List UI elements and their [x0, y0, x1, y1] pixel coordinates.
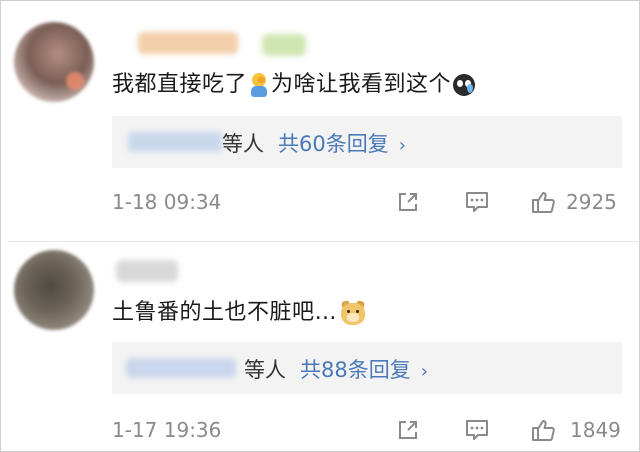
reply-others-label: 等人 — [222, 132, 264, 156]
thumbs-up-icon[interactable] — [530, 417, 556, 443]
replies-preview[interactable]: 等人 共60条回复 › — [112, 116, 622, 168]
comment-timestamp: 1-17 19:36 — [112, 418, 222, 442]
sweat-emoji-icon — [453, 74, 476, 96]
reply-names-blurred — [126, 358, 236, 378]
reply-count-link[interactable]: 共88条回复 — [300, 358, 411, 382]
chevron-right-icon[interactable]: › — [399, 135, 406, 156]
facepalm-emoji-icon — [249, 73, 269, 97]
comment-icon[interactable] — [464, 189, 490, 215]
comment-text-part: 为啥让我看到这个 — [271, 72, 452, 97]
chevron-right-icon[interactable]: › — [421, 361, 428, 382]
share-icon[interactable] — [395, 417, 421, 443]
username-blurred[interactable] — [116, 260, 178, 282]
reply-summary[interactable]: 等人 共88条回复 › — [244, 354, 428, 384]
comment-divider — [8, 241, 640, 242]
reply-others-label: 等人 — [244, 358, 286, 382]
reply-count-link[interactable]: 共60条回复 — [278, 132, 389, 156]
avatar[interactable] — [14, 22, 94, 102]
share-icon[interactable] — [395, 189, 421, 215]
replies-preview[interactable]: 等人 共88条回复 › — [112, 342, 622, 394]
comment-text: 土鲁番的土也不脏吧… — [112, 294, 366, 326]
comment-icon[interactable] — [464, 417, 490, 443]
comment-text-part: 土鲁番的土也不脏吧… — [112, 300, 338, 325]
comment-text-part: 我都直接吃了 — [112, 72, 248, 97]
comment-text: 我都直接吃了 为啥让我看到这个 — [112, 66, 476, 98]
doge-emoji-icon — [340, 300, 366, 325]
thumbs-up-icon[interactable] — [530, 189, 556, 215]
reply-summary[interactable]: 等人 共60条回复 › — [222, 128, 406, 158]
reply-names-blurred — [128, 132, 222, 152]
avatar[interactable] — [14, 250, 94, 330]
like-count: 1849 — [570, 418, 621, 442]
user-badge-blurred — [262, 34, 306, 56]
username-blurred[interactable] — [138, 32, 238, 54]
comment-timestamp: 1-18 09:34 — [112, 190, 222, 214]
like-count: 2925 — [566, 190, 617, 214]
